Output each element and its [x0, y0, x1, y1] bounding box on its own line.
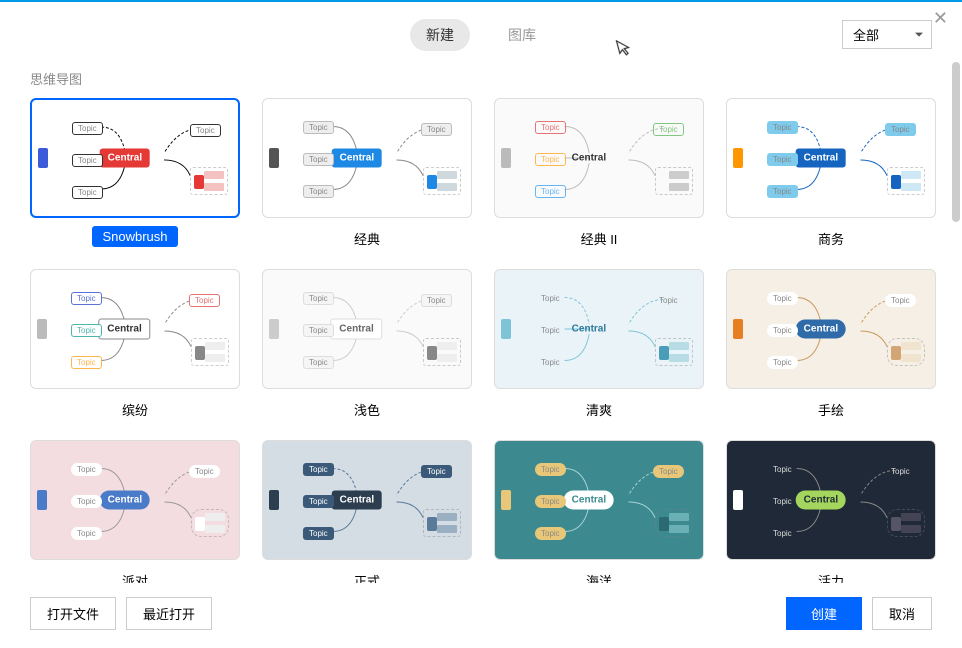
- template-thumb: CentralTopicTopicTopicTopic: [726, 98, 936, 218]
- template-thumb: CentralTopicTopicTopicTopic: [262, 440, 472, 560]
- template-thumb: CentralTopicTopicTopicTopic: [262, 98, 472, 218]
- footer: 打开文件 最近打开 创建 取消: [0, 583, 962, 648]
- close-icon[interactable]: ✕: [933, 8, 948, 29]
- template-thumb: CentralTopicTopicTopicTopic: [262, 269, 472, 389]
- template-thumb: CentralTopicTopicTopicTopic: [494, 98, 704, 218]
- template-label: 清爽: [576, 397, 622, 422]
- create-button[interactable]: 创建: [786, 597, 862, 630]
- template-card-business[interactable]: CentralTopicTopicTopicTopic 商务: [726, 98, 936, 251]
- template-label: 浅色: [344, 397, 390, 422]
- recent-button[interactable]: 最近打开: [126, 597, 212, 630]
- template-thumb: CentralTopicTopicTopicTopic: [494, 440, 704, 560]
- template-card-vitality[interactable]: CentralTopicTopicTopicTopic 活力: [726, 440, 936, 589]
- tab-new[interactable]: 新建: [410, 19, 470, 51]
- template-card-fresh[interactable]: CentralTopicTopicTopicTopic 清爽: [494, 269, 704, 422]
- template-label: 商务: [808, 226, 854, 251]
- template-card-party[interactable]: CentralTopicTopicTopicTopic 派对: [30, 440, 240, 589]
- template-card-light[interactable]: CentralTopicTopicTopicTopic 浅色: [262, 269, 472, 422]
- template-card-classic2[interactable]: CentralTopicTopicTopicTopic 经典 II: [494, 98, 704, 251]
- scrollbar[interactable]: [952, 62, 960, 582]
- template-thumb: CentralTopicTopicTopicTopic: [30, 440, 240, 560]
- template-label: Snowbrush: [92, 226, 177, 247]
- tabs: 新建 图库: [410, 19, 552, 51]
- header: 新建 图库 全部: [0, 2, 962, 59]
- template-card-colorful[interactable]: CentralTopicTopicTopicTopic 缤纷: [30, 269, 240, 422]
- template-thumb: CentralTopicTopicTopicTopic: [726, 440, 936, 560]
- cancel-button[interactable]: 取消: [872, 597, 932, 630]
- template-thumb: CentralTopicTopicTopicTopic: [726, 269, 936, 389]
- template-label: 经典 II: [571, 226, 628, 251]
- filter-select[interactable]: 全部: [842, 20, 932, 49]
- template-thumb: CentralTopicTopicTopicTopic: [30, 269, 240, 389]
- scrollbar-thumb[interactable]: [952, 62, 960, 222]
- template-label: 手绘: [808, 397, 854, 422]
- template-label: 缤纷: [112, 397, 158, 422]
- content-area: 思维导图 CentralTopicTopicTopicTopic Snowbru…: [0, 59, 962, 589]
- template-label: 经典: [344, 226, 390, 251]
- template-card-classic[interactable]: CentralTopicTopicTopicTopic 经典: [262, 98, 472, 251]
- section-title: 思维导图: [30, 69, 932, 88]
- tab-library[interactable]: 图库: [492, 19, 552, 51]
- template-card-handdrawn[interactable]: CentralTopicTopicTopicTopic 手绘: [726, 269, 936, 422]
- template-thumb: CentralTopicTopicTopicTopic: [30, 98, 240, 218]
- open-file-button[interactable]: 打开文件: [30, 597, 116, 630]
- template-card-formal[interactable]: CentralTopicTopicTopicTopic 正式: [262, 440, 472, 589]
- filter-selected-label: 全部: [853, 28, 879, 43]
- template-card-ocean[interactable]: CentralTopicTopicTopicTopic 海洋: [494, 440, 704, 589]
- template-card-snowbrush[interactable]: CentralTopicTopicTopicTopic Snowbrush: [30, 98, 240, 251]
- template-grid: CentralTopicTopicTopicTopic Snowbrush Ce…: [30, 98, 932, 589]
- template-thumb: CentralTopicTopicTopicTopic: [494, 269, 704, 389]
